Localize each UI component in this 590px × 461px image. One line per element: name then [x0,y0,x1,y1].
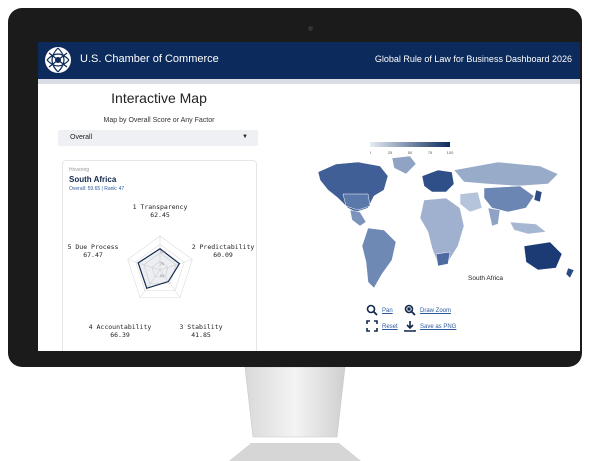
page-title: Interactive Map [111,90,207,106]
map-region-south-america[interactable] [361,227,397,289]
draw-zoom-link[interactable]: Draw Zoom [420,308,451,314]
map-tooltip: South Africa [468,275,503,282]
map-region-russia[interactable] [453,161,559,187]
factor-2-name: 2 Predictability [192,243,255,251]
factor-2-score: 60.09 [213,251,233,259]
dashboard-title: Global Rule of Law for Business Dashboar… [374,54,572,64]
factor-4-name: 4 Accountability [89,323,152,331]
org-name[interactable]: U.S. Chamber of Commerce [80,53,219,65]
map-region-central-america[interactable] [349,209,367,227]
factor-5-name: 5 Due Process [68,243,119,251]
factor-5-score: 67.47 [83,251,103,259]
factor-select[interactable]: Overall ▼ [58,130,258,146]
pan-search-icon[interactable] [366,304,378,316]
radar-chart: 100 75 50 1 Transparency 62.45 2 Predict… [68,203,255,339]
country-name: South Africa [69,175,117,184]
country-card: Hovering South Africa Overall: 59.65 | R… [62,160,257,351]
map-region-usa[interactable] [342,193,371,211]
map-controls: Pan Draw Zoom Reset Save as PNG [366,304,486,344]
monitor-stand [229,367,361,461]
map-region-asia[interactable] [483,185,535,213]
map-region-japan[interactable] [533,189,543,203]
factor-4-score: 66.39 [110,331,130,339]
dashboard-screen: U.S. Chamber of Commerce Global Rule of … [38,42,580,351]
monitor-bezel: U.S. Chamber of Commerce Global Rule of … [8,8,582,367]
sub-bar [38,79,580,84]
factor-1-name: 1 Transparency [133,203,188,211]
map-by-label: Map by Overall Score or Any Factor [103,117,215,124]
map-region-greenland[interactable] [391,155,417,175]
factor-3-score: 41.85 [191,331,211,339]
download-icon[interactable] [404,320,416,332]
factor-select-value: Overall [70,134,93,141]
map-region-middle-east[interactable] [459,191,483,213]
save-png-link[interactable]: Save as PNG [420,324,456,330]
radar-polygon [137,248,181,290]
radar-tick: 50 [160,274,164,278]
map-region-europe[interactable] [421,169,455,193]
map-region-india[interactable] [487,207,501,227]
world-map[interactable]: South Africa [288,150,580,300]
chevron-down-icon: ▼ [242,134,248,140]
radar-tick: 100 [160,250,166,254]
draw-zoom-icon[interactable] [404,304,416,316]
pan-link[interactable]: Pan [382,308,393,314]
camera-icon [308,26,313,31]
chamber-logo-icon[interactable] [42,45,74,75]
map-region-new-zealand[interactable] [565,267,575,279]
map-region-south-africa[interactable] [435,251,451,267]
factor-1-score: 62.45 [150,211,170,219]
overall-score: Overall: 59.65 | Rank: 47 [69,186,125,192]
radar-tick: 75 [160,262,164,266]
top-bar: U.S. Chamber of Commerce Global Rule of … [38,42,580,79]
hover-label: Hovering [69,167,90,173]
map-region-australia[interactable] [523,241,563,271]
factor-3-name: 3 Stability [179,323,222,331]
reset-expand-icon[interactable] [366,320,378,332]
map-region-southeast-asia[interactable] [509,221,547,235]
reset-link[interactable]: Reset [382,324,398,330]
